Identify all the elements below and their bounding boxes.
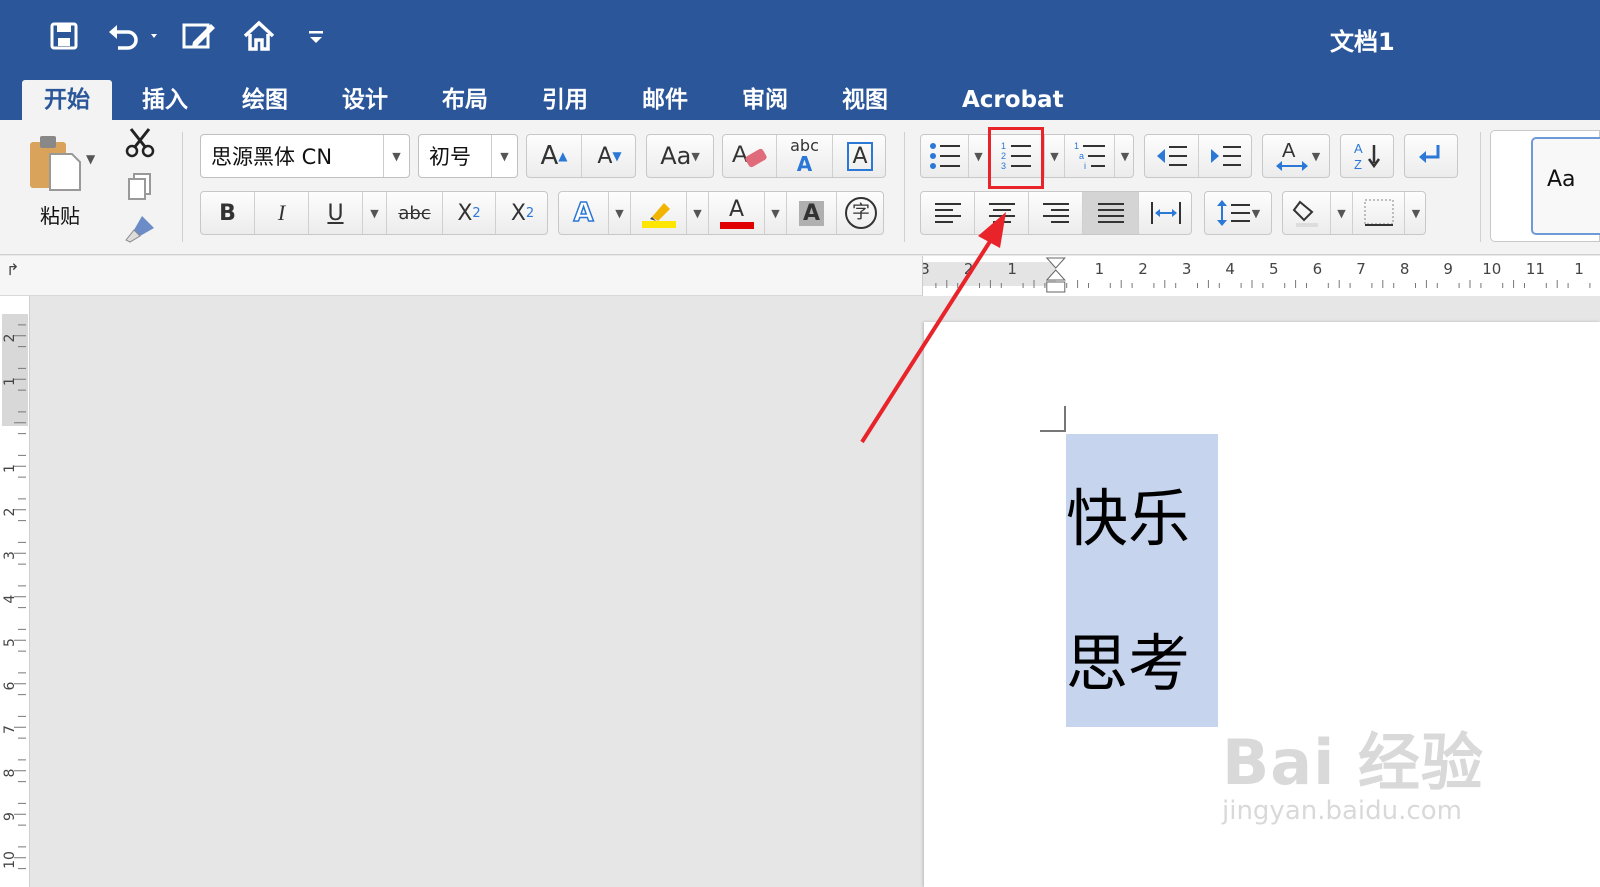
watermark-logo-text: Bai 经验 [1222,726,1484,799]
watermark: Bai 经验 jingyan.baidu.com [1222,712,1484,826]
watermark-url: jingyan.baidu.com [1222,796,1462,826]
